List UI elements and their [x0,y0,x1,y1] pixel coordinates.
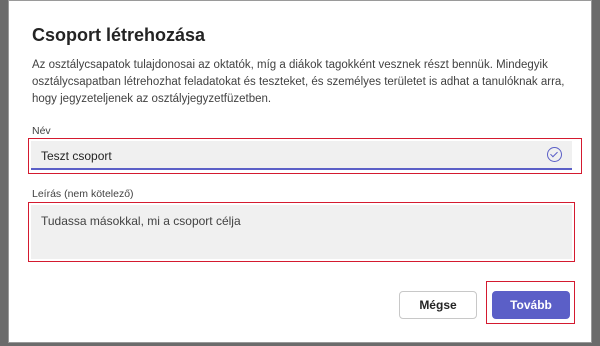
cancel-button[interactable]: Mégse [399,291,477,319]
description-label: Leírás (nem kötelező) [32,188,134,200]
name-label: Név [32,125,51,137]
description-placeholder: Tudassa másokkal, mi a csoport célja [41,214,241,228]
next-button[interactable]: Tovább [492,291,570,319]
check-circle-icon [547,147,562,162]
description-input[interactable]: Tudassa másokkal, mi a csoport célja [31,205,572,259]
dialog-title: Csoport létrehozása [32,25,206,45]
name-input[interactable]: Teszt csoport [31,141,572,170]
name-input-value: Teszt csoport [41,149,112,163]
create-group-dialog: Csoport létrehozása Az osztálycsapatok t… [8,0,592,343]
dialog-description: Az osztálycsapatok tulajdonosai az oktat… [32,59,565,105]
